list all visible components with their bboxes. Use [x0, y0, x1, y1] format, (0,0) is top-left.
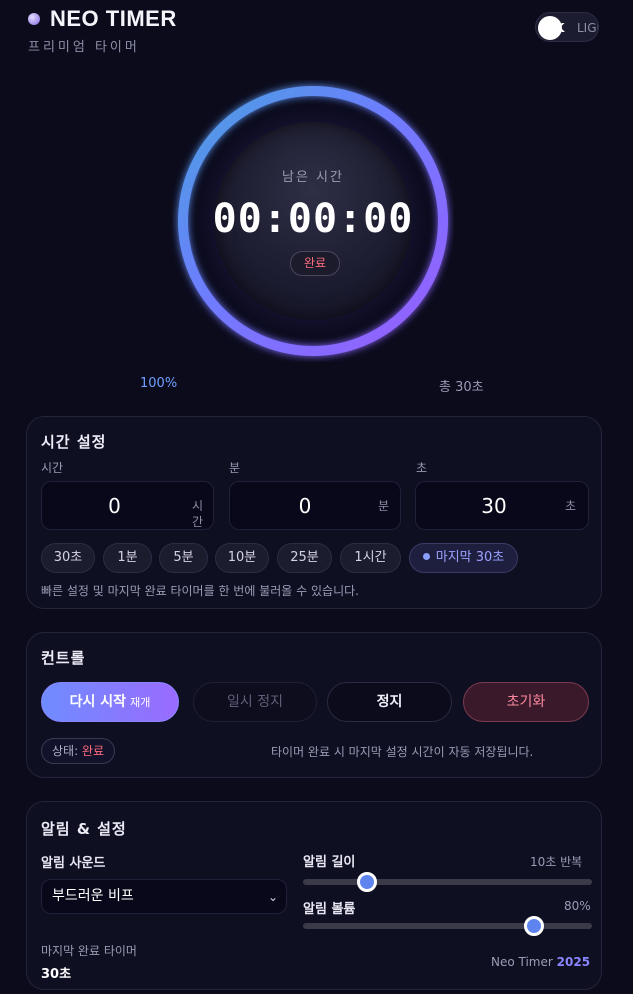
length-slider-track[interactable]	[303, 879, 592, 885]
status-value: 완료	[81, 744, 105, 758]
length-label: 알림 길이	[303, 855, 356, 870]
theme-light-label: LIGHT	[577, 21, 598, 35]
footer-year: 2025	[556, 955, 591, 969]
time-display: 00:00:00	[212, 196, 414, 242]
hours-label: 시간	[41, 461, 64, 475]
volume-value: 80%	[564, 899, 591, 913]
preset-10m[interactable]: 10분	[215, 543, 269, 573]
autosave-note: 타이머 완료 시 마지막 설정 시간이 자동 저장됩니다.	[271, 745, 534, 759]
app-root: NEO TIMER 프리미엄 타이머 RK LIGHT 남은	[0, 0, 633, 994]
length-value: 10초 반복	[530, 855, 583, 869]
pause-button[interactable]: 일시 정지	[193, 682, 317, 722]
controls-title: 컨트롤	[41, 649, 86, 667]
volume-slider-thumb[interactable]	[524, 916, 545, 936]
toggle-knob[interactable]	[538, 16, 562, 40]
minutes-value: 0	[298, 494, 312, 518]
total-time: 총 30초	[439, 380, 484, 395]
last-timer-label: 마지막 완료 타이머	[41, 944, 137, 958]
alarm-settings-card: 알림 & 설정 알림 사운드 부드러운 비프 ⌄ 알림 길이 10초 반복 알림…	[26, 801, 602, 990]
time-settings-title: 시간 설정	[41, 433, 107, 451]
app-title: NEO TIMER	[50, 6, 177, 31]
minutes-input[interactable]: 0 분	[229, 481, 401, 530]
hours-input[interactable]: 0 시간	[41, 481, 214, 530]
preset-last-label: 마지막 30초	[435, 550, 505, 565]
last-timer-value: 30초	[41, 967, 72, 982]
footer-brand: Neo Timer 2025	[491, 955, 590, 969]
controls-card: 컨트롤 다시 시작 재개 일시 정지 정지 초기화 상태: 완료 타이머 완료 시…	[26, 632, 602, 778]
sound-label: 알림 사운드	[41, 856, 106, 871]
restart-button[interactable]: 다시 시작 재개	[41, 682, 179, 722]
volume-label: 알림 볼륨	[303, 902, 356, 917]
seconds-unit: 초	[565, 499, 577, 513]
minutes-unit: 분	[378, 499, 390, 513]
preset-1h[interactable]: 1시간	[340, 543, 401, 573]
status-badge: 상태: 완료	[41, 738, 116, 764]
done-badge: 완료	[290, 251, 340, 276]
restart-tag: 재개	[130, 696, 151, 709]
length-slider-thumb[interactable]	[356, 872, 377, 892]
stop-button[interactable]: 정지	[327, 682, 452, 722]
last-dot-icon	[422, 553, 430, 560]
footer-name: Neo Timer	[491, 955, 553, 969]
brand-dot-icon	[28, 13, 40, 25]
hours-value: 0	[108, 494, 121, 518]
progress-percent: 100%	[140, 376, 178, 391]
volume-slider-track[interactable]	[303, 923, 592, 929]
minutes-label: 분	[229, 461, 241, 475]
hours-unit: 시간	[192, 499, 204, 529]
seconds-value: 30	[481, 494, 507, 518]
chevron-down-icon: ⌄	[267, 890, 278, 904]
restart-label: 다시 시작	[69, 694, 127, 710]
preset-30s[interactable]: 30초	[41, 543, 95, 573]
preset-5m[interactable]: 5분	[159, 543, 208, 573]
alarm-settings-title: 알림 & 설정	[41, 820, 127, 838]
sound-select[interactable]: 부드러운 비프 ⌄	[41, 879, 287, 914]
preset-last[interactable]: 마지막 30초	[409, 543, 518, 573]
brand: NEO TIMER	[28, 6, 177, 32]
seconds-input[interactable]: 30 초	[415, 481, 589, 530]
time-settings-card: 시간 설정 시간 0 시간 분 0 분 초 30 초 30초 1분 5분 10분…	[26, 416, 602, 609]
status-prefix: 상태:	[52, 744, 79, 758]
timer-ring: 남은 시간 00:00:00 완료	[172, 80, 454, 362]
preset-25m[interactable]: 25분	[277, 543, 332, 573]
reset-button[interactable]: 초기화	[463, 682, 589, 722]
presets-hint: 빠른 설정 및 마지막 완료 타이머를 한 번에 불러올 수 있습니다.	[41, 584, 359, 598]
seconds-label: 초	[416, 461, 428, 475]
remaining-label: 남은 시간	[282, 170, 344, 185]
preset-1m[interactable]: 1분	[103, 543, 152, 573]
sound-value: 부드러운 비프	[52, 888, 134, 904]
app-subtitle: 프리미엄 타이머	[28, 40, 140, 55]
theme-toggle[interactable]: RK LIGHT	[535, 12, 599, 42]
